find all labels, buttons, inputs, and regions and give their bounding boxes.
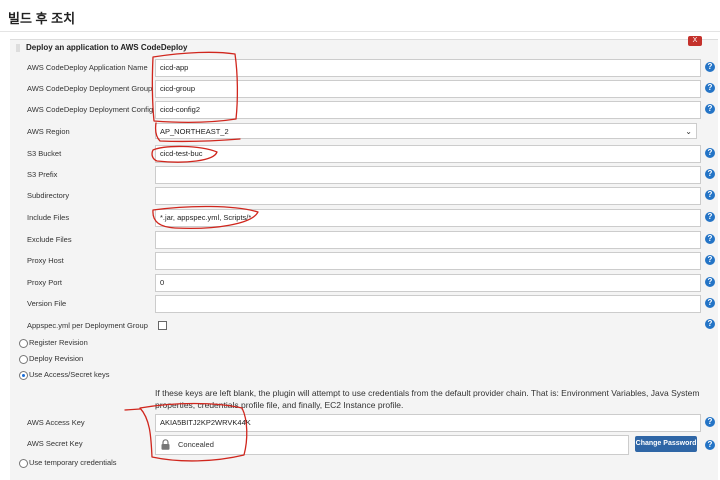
secret-key-field[interactable]: Concealed xyxy=(155,435,629,455)
help-icon[interactable]: ? xyxy=(705,440,715,450)
region-select[interactable]: AP_NORTHEAST_2 ⌄ xyxy=(155,123,697,139)
page-title: 빌드 후 조치 xyxy=(8,11,76,26)
appspec-per-group-label: Appspec.yml per Deployment Group xyxy=(27,321,148,330)
s3-bucket-label: S3 Bucket xyxy=(27,149,62,158)
secret-key-value: Concealed xyxy=(178,440,214,449)
deployment-config-label: AWS CodeDeploy Deployment Config xyxy=(27,105,154,114)
chevron-down-icon: ⌄ xyxy=(685,127,692,136)
close-button[interactable]: X xyxy=(688,36,702,46)
register-revision-label: Register Revision xyxy=(29,338,88,347)
help-icon[interactable]: ? xyxy=(705,298,715,308)
credentials-info-text: If these keys are left blank, the plugin… xyxy=(155,388,700,410)
region-label: AWS Region xyxy=(27,127,70,136)
row-exclude-files: Exclude Files ? xyxy=(0,231,720,249)
include-files-label: Include Files xyxy=(27,213,70,222)
row-subdirectory: Subdirectory ? xyxy=(0,187,720,205)
s3-prefix-input[interactable] xyxy=(155,166,701,184)
application-name-label: AWS CodeDeploy Application Name xyxy=(27,63,148,72)
exclude-files-input[interactable] xyxy=(155,231,701,249)
proxy-port-label: Proxy Port xyxy=(27,278,63,287)
help-icon[interactable]: ? xyxy=(705,319,715,329)
access-keys-radio[interactable] xyxy=(19,371,28,380)
application-name-input[interactable]: cicd-app xyxy=(155,59,701,77)
row-include-files: Include Files *.jar, appspec.yml, Script… xyxy=(0,209,720,227)
title-divider xyxy=(0,31,720,32)
deployment-config-input[interactable]: cicd-config2 xyxy=(155,101,701,119)
help-icon[interactable]: ? xyxy=(705,234,715,244)
row-s3-bucket: S3 Bucket cicd-test-buc ? xyxy=(0,145,720,163)
help-icon[interactable]: ? xyxy=(705,62,715,72)
deploy-revision-label: Deploy Revision xyxy=(29,354,84,363)
region-selected-value: AP_NORTHEAST_2 xyxy=(160,127,229,136)
s3-prefix-label: S3 Prefix xyxy=(27,170,58,179)
access-keys-label: Use Access/Secret keys xyxy=(29,370,110,379)
help-icon[interactable]: ? xyxy=(705,417,715,427)
help-icon[interactable]: ? xyxy=(705,212,715,222)
help-icon[interactable]: ? xyxy=(705,83,715,93)
subdirectory-input[interactable] xyxy=(155,187,701,205)
row-proxy-port: Proxy Port 0 ? xyxy=(0,274,720,292)
help-icon[interactable]: ? xyxy=(705,169,715,179)
register-revision-radio[interactable] xyxy=(19,339,28,348)
row-region: AWS Region AP_NORTHEAST_2 ⌄ xyxy=(0,123,720,141)
version-file-label: Version File xyxy=(27,299,67,308)
row-appspec-per-group: Appspec.yml per Deployment Group ? xyxy=(0,317,720,335)
subdirectory-label: Subdirectory xyxy=(27,191,70,200)
section-title: Deploy an application to AWS CodeDeploy xyxy=(26,43,188,52)
help-icon[interactable]: ? xyxy=(705,148,715,158)
proxy-host-label: Proxy Host xyxy=(27,256,64,265)
row-access-key: AWS Access Key AKIA5BITJ2KP2WRVK44K ? xyxy=(0,414,720,432)
secret-key-label: AWS Secret Key xyxy=(27,439,83,448)
help-icon[interactable]: ? xyxy=(705,255,715,265)
row-s3-prefix: S3 Prefix ? xyxy=(0,166,720,184)
s3-bucket-input[interactable]: cicd-test-buc xyxy=(155,145,701,163)
change-password-button[interactable]: Change Password xyxy=(635,436,697,452)
deploy-revision-radio[interactable] xyxy=(19,355,28,364)
proxy-host-input[interactable] xyxy=(155,252,701,270)
row-version-file: Version File ? xyxy=(0,295,720,313)
deployment-group-label: AWS CodeDeploy Deployment Group xyxy=(27,84,153,93)
version-file-input[interactable] xyxy=(155,295,701,313)
help-icon[interactable]: ? xyxy=(705,190,715,200)
row-deployment-group: AWS CodeDeploy Deployment Group cicd-gro… xyxy=(0,80,720,98)
row-application-name: AWS CodeDeploy Application Name cicd-app… xyxy=(0,59,720,77)
row-deployment-config: AWS CodeDeploy Deployment Config cicd-co… xyxy=(0,101,720,119)
deployment-group-input[interactable]: cicd-group xyxy=(155,80,701,98)
help-icon[interactable]: ? xyxy=(705,277,715,287)
proxy-port-input[interactable]: 0 xyxy=(155,274,701,292)
access-key-label: AWS Access Key xyxy=(27,418,85,427)
appspec-per-group-checkbox[interactable] xyxy=(158,321,167,330)
exclude-files-label: Exclude Files xyxy=(27,235,72,244)
drag-handle[interactable] xyxy=(16,44,20,52)
lock-icon xyxy=(161,439,170,450)
help-icon[interactable]: ? xyxy=(705,104,715,114)
access-key-input[interactable]: AKIA5BITJ2KP2WRVK44K xyxy=(155,414,701,432)
include-files-input[interactable]: *.jar, appspec.yml, Scripts/* xyxy=(155,209,701,227)
temporary-credentials-radio[interactable] xyxy=(19,459,28,468)
row-proxy-host: Proxy Host ? xyxy=(0,252,720,270)
